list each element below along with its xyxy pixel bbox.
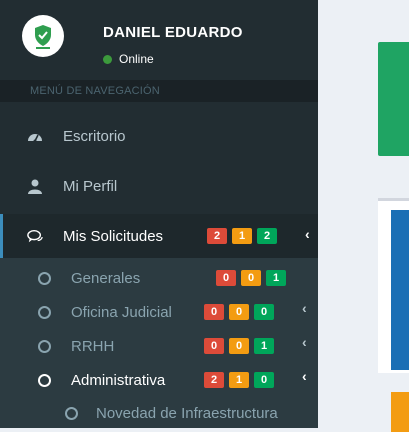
user-panel: DANIEL EDUARDO Online [0, 0, 318, 80]
sidebar-item-label: Escritorio [63, 127, 126, 145]
submenu-item-label: Oficina Judicial [71, 303, 172, 321]
badge-orange: 1 [229, 372, 249, 388]
circle-icon [65, 406, 78, 420]
badge-orange: 0 [241, 270, 261, 286]
nav-header: MENÚ DE NAVEGACIÓN [0, 80, 318, 102]
logo-icon [35, 25, 51, 49]
submenu-item-generales[interactable]: Generales 0 0 1 [0, 261, 318, 295]
submenu-item-label: Generales [71, 269, 141, 287]
circle-icon [38, 339, 51, 353]
user-icon [27, 178, 43, 194]
chevron-left-icon: ‹ [302, 334, 307, 350]
badge-orange: 0 [229, 338, 249, 354]
submenu-item-administrativa[interactable]: Administrativa 2 1 0 ‹ [0, 363, 318, 397]
badge-red: 0 [204, 304, 224, 320]
badge-red: 2 [207, 228, 227, 244]
badge-orange: 0 [229, 304, 249, 320]
badge-green: 2 [257, 228, 277, 244]
chevron-left-icon: ‹ [302, 300, 307, 316]
comments-icon [27, 228, 43, 244]
badge-group: 0 0 0 [204, 304, 274, 320]
badge-green: 1 [254, 338, 274, 354]
circle-icon [38, 373, 51, 387]
info-box-orange [391, 392, 409, 432]
submenu-item-rrhh[interactable]: RRHH 0 0 1 ‹ [0, 329, 318, 363]
badge-red: 0 [216, 270, 236, 286]
circle-icon [38, 305, 51, 319]
badge-green: 1 [266, 270, 286, 286]
dashboard-icon [27, 128, 43, 144]
online-status-icon [103, 54, 112, 64]
circle-icon [38, 271, 51, 285]
submenu-item-label: RRHH [71, 337, 115, 355]
badge-group: 2 1 2 [207, 228, 277, 244]
avatar[interactable] [22, 15, 64, 57]
info-box-green [378, 42, 409, 156]
badge-group: 2 1 0 [204, 372, 274, 388]
badge-group: 0 0 1 [204, 338, 274, 354]
submenu: Generales 0 0 1 Oficina Judicial 0 0 0 ‹… [0, 258, 318, 428]
user-status: Online [103, 52, 154, 66]
submenu-item-label: Administrativa [71, 371, 166, 389]
badge-group: 0 0 1 [216, 270, 286, 286]
sidebar-item-mi-perfil[interactable]: Mi Perfil [0, 164, 318, 208]
badge-green: 0 [254, 304, 274, 320]
sidebar-item-label: Mi Perfil [63, 177, 118, 195]
status-label: Online [119, 52, 154, 66]
chevron-left-icon: ‹ [302, 368, 307, 384]
sidebar-item-label: Mis Solicitudes [63, 227, 164, 245]
user-name: DANIEL EDUARDO [103, 24, 243, 41]
sidebar-item-mis-solicitudes[interactable]: Mis Solicitudes 2 1 2 ‹ [0, 214, 318, 258]
submenu-item-oficina-judicial[interactable]: Oficina Judicial 0 0 0 ‹ [0, 295, 318, 329]
chevron-left-icon: ‹ [305, 226, 310, 242]
badge-red: 2 [204, 372, 224, 388]
badge-red: 0 [204, 338, 224, 354]
badge-green: 0 [254, 372, 274, 388]
sidebar-item-escritorio[interactable]: Escritorio [0, 114, 318, 158]
submenu-item-novedad-infraestructura[interactable]: Novedad de Infraestructura [0, 396, 318, 428]
sidebar: DANIEL EDUARDO Online MENÚ DE NAVEGACIÓN… [0, 0, 318, 428]
submenu-item-label: Novedad de Infraestructura [96, 404, 278, 422]
info-box-blue [391, 210, 409, 370]
badge-orange: 1 [232, 228, 252, 244]
